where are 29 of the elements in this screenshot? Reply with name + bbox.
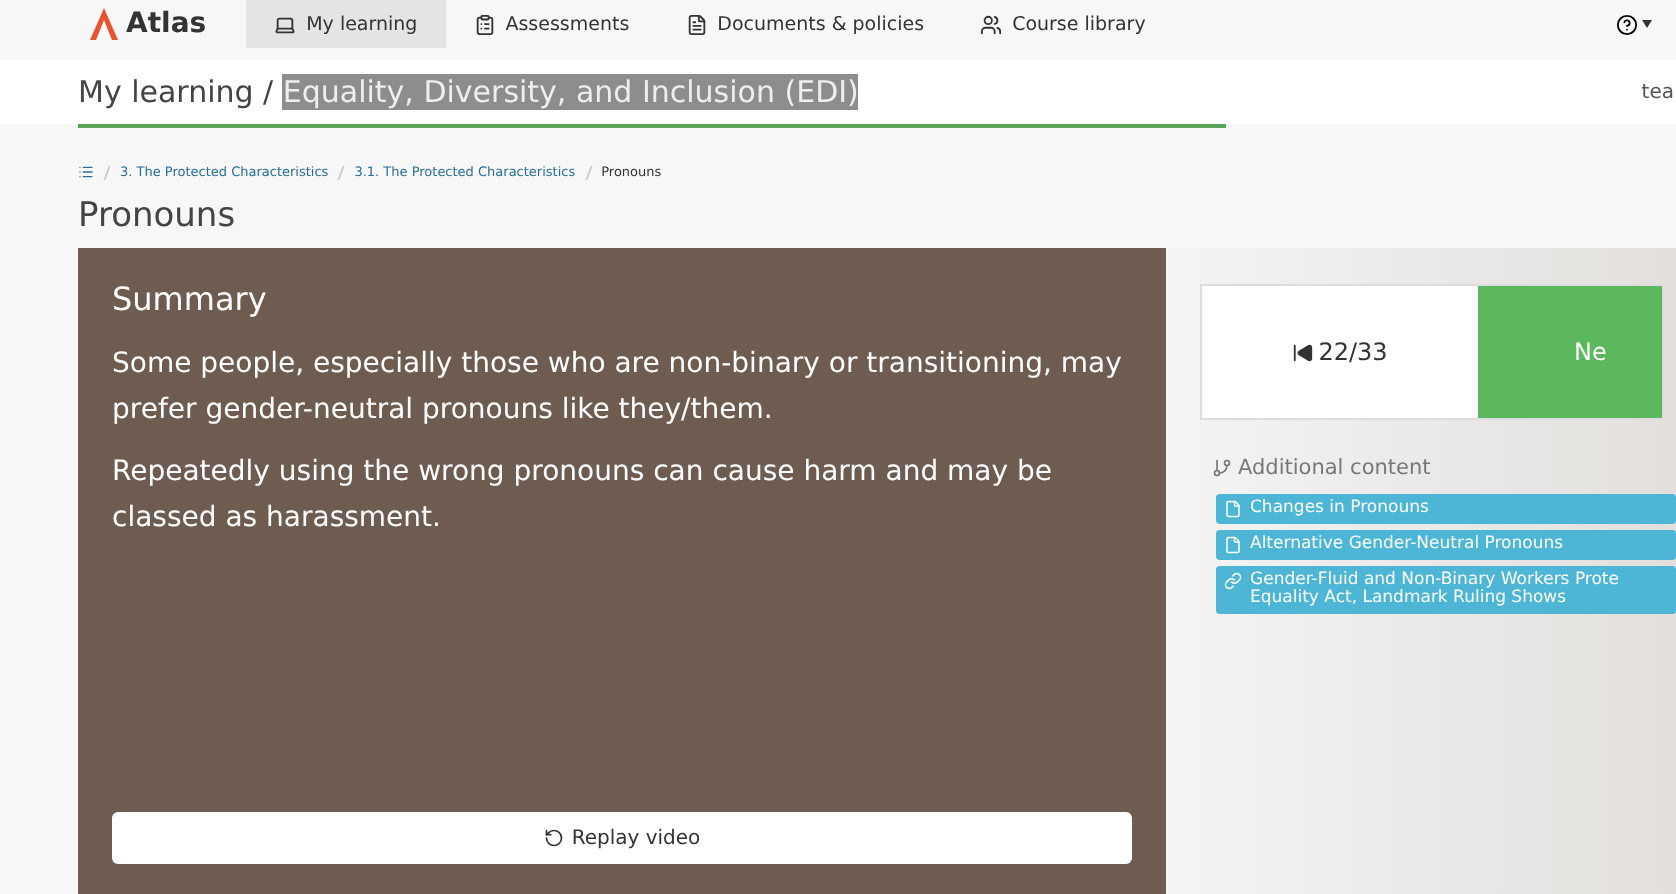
- file-icon: [685, 13, 708, 35]
- additional-title: Additional content: [1238, 456, 1431, 480]
- summary-paragraph: Repeatedly using the wrong pronouns can cause harm and may be classed as harassment.: [112, 454, 1054, 538]
- header-text: tea: [1641, 81, 1674, 103]
- logo-text: Atlas: [126, 8, 207, 40]
- summary-heading: Summary: [112, 280, 269, 318]
- laptop-icon: [274, 13, 297, 35]
- summary-paragraph: Some people, especially those who are non-binary or transitioning, may prefer gender-neutral pronouns like they/them.: [112, 346, 1124, 430]
- logo-icon: [88, 6, 120, 42]
- course-title: My learning / Equality, Diversity, and Inclusion (EDI): [78, 74, 859, 110]
- previous-button[interactable]: 22/33: [1202, 286, 1478, 418]
- replay-icon: [543, 828, 564, 848]
- document-icon: [1224, 500, 1242, 518]
- users-icon: [980, 13, 1003, 35]
- nav-tab[interactable]: Documents & policies: [657, 0, 953, 48]
- page-title: Pronouns: [78, 196, 238, 236]
- caret-icon: [1642, 20, 1652, 28]
- clipboard-icon: [473, 13, 496, 35]
- list-icon[interactable]: [78, 164, 94, 180]
- skip-back-icon: [1292, 341, 1315, 363]
- document-icon: [1224, 536, 1242, 554]
- branch-icon: [1212, 458, 1232, 478]
- help-icon: [1616, 13, 1638, 35]
- nav-tab[interactable]: My learning: [246, 0, 446, 48]
- nav-tab[interactable]: Assessments: [445, 0, 658, 48]
- replay-button[interactable]: Replay video: [112, 812, 1132, 864]
- help-menu[interactable]: [1616, 13, 1652, 35]
- nav-tab[interactable]: Course library: [952, 0, 1174, 48]
- link-icon: [1224, 572, 1242, 590]
